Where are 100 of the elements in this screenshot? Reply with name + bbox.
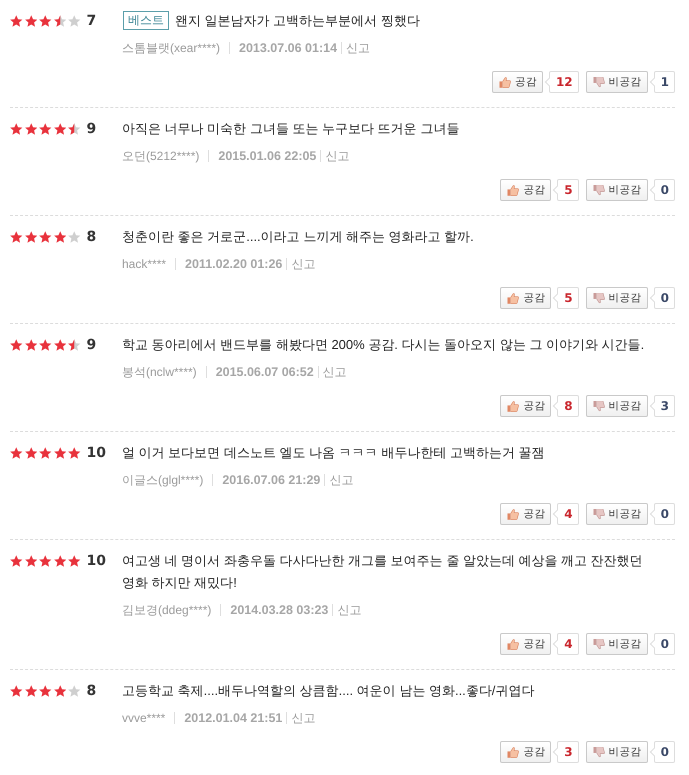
like-count: 12 — [544, 71, 579, 93]
rating-score: 9 — [86, 336, 96, 355]
author-name: 스톰블랫(xear****) — [122, 40, 220, 56]
like-button[interactable]: 공감 — [500, 741, 552, 763]
star-icon — [10, 447, 22, 459]
star-icon — [39, 447, 52, 459]
thumbs-up-icon — [507, 184, 520, 196]
dislike-button[interactable]: 비공감 — [586, 741, 648, 763]
review-date: 2013.07.06 01:14 — [239, 41, 338, 55]
review-date: 2015.06.07 06:52 — [216, 365, 314, 379]
star-icon — [39, 231, 52, 243]
star-icon — [24, 123, 37, 135]
like-button[interactable]: 공감 — [492, 71, 543, 93]
thumbs-up-icon — [507, 292, 520, 304]
dislike-button[interactable]: 비공감 — [586, 71, 648, 93]
star-icon — [10, 231, 22, 243]
thumbs-down-icon — [592, 184, 605, 196]
star-icon — [39, 15, 52, 27]
rating-score: 9 — [86, 120, 96, 139]
thumbs-up-icon — [507, 638, 520, 650]
review-text: 얼 이거 보다보면 데스노트 엘도 나옴 ㅋㅋㅋ 배두나한테 고백하는거 꿀잼 — [122, 444, 546, 462]
like-button[interactable]: 공감 — [500, 503, 552, 525]
author-name: 김보경(ddeg****) — [122, 602, 212, 618]
like-count: 5 — [552, 287, 579, 309]
star-icon — [39, 123, 52, 135]
star-icon — [54, 123, 66, 135]
half-star-icon — [68, 123, 80, 135]
review-text: 고등학교 축제....배두나역할의 상큼함.... 여운이 남는 영화...좋다/귀엽다 — [122, 682, 536, 700]
review-text: 학교 동아리에서 밴드부를 해봤다면 200% 공감. 다시는 돌아오지 않는 그 이야기와 시간들. — [122, 336, 646, 354]
dislike-count: 0 — [648, 741, 675, 763]
thumbs-up-icon — [507, 508, 520, 520]
dislike-button[interactable]: 비공감 — [586, 395, 648, 417]
star-icon — [54, 685, 66, 697]
rating-score: 7 — [86, 12, 96, 31]
like-button[interactable]: 공감 — [500, 633, 552, 655]
like-button[interactable]: 공감 — [500, 287, 552, 309]
dislike-button[interactable]: 비공감 — [586, 633, 648, 655]
review-date: 2012.01.04 21:51 — [184, 711, 282, 725]
star-icon — [68, 685, 80, 697]
star-icon — [10, 685, 22, 697]
dislike-button[interactable]: 비공감 — [586, 287, 648, 309]
rating-score: 10 — [86, 552, 106, 571]
dislike-count: 0 — [648, 633, 675, 655]
half-star-icon — [68, 339, 80, 351]
review-date: 2014.03.28 03:23 — [230, 603, 328, 617]
star-icon — [54, 447, 66, 459]
dislike-count: 3 — [648, 395, 675, 417]
best-badge: 베스트 — [123, 11, 169, 30]
author-name: 봉석(nclw****) — [122, 364, 197, 380]
thumbs-down-icon — [592, 638, 605, 650]
star-icon — [10, 15, 22, 27]
star-icon — [24, 231, 37, 243]
review-date: 2015.01.06 22:05 — [218, 149, 316, 163]
star-icon — [68, 231, 80, 243]
author-name: 오던(5212****) — [122, 148, 200, 164]
review-date: 2016.07.06 21:29 — [222, 473, 320, 487]
review-text: 여고생 네 명이서 좌충우돌 다사다난한 개그를 보여주는 줄 알았는데 예상을 깨고 잔잔했던 영화 하지만 재밌다! — [122, 552, 644, 592]
dislike-count: 0 — [648, 179, 675, 201]
thumbs-up-icon — [507, 746, 520, 758]
thumbs-up-icon — [507, 400, 520, 412]
review-text: 아직은 너무나 미숙한 그녀들 또는 누구보다 뜨거운 그녀들 — [122, 120, 460, 138]
like-count: 3 — [552, 741, 579, 763]
star-icon — [24, 15, 37, 27]
star-icon — [24, 339, 37, 351]
star-icon — [68, 447, 80, 459]
star-icon — [54, 339, 66, 351]
star-icon — [10, 555, 22, 567]
author-name: vvve**** — [122, 711, 166, 725]
thumbs-up-icon — [498, 76, 511, 88]
thumbs-down-icon — [592, 292, 605, 304]
star-icon — [68, 555, 80, 567]
like-count: 4 — [552, 503, 579, 525]
half-star-icon — [54, 15, 66, 27]
like-button[interactable]: 공감 — [500, 179, 552, 201]
star-icon — [54, 231, 66, 243]
thumbs-down-icon — [592, 746, 605, 758]
star-icon — [39, 339, 52, 351]
review-text: 왠지 일본남자가 고백하는부분에서 찡했다 — [175, 12, 421, 30]
dislike-button[interactable]: 비공감 — [586, 179, 648, 201]
star-icon — [39, 685, 52, 697]
like-count: 8 — [552, 395, 579, 417]
review-date: 2011.02.20 01:26 — [185, 257, 282, 271]
dislike-count: 0 — [648, 287, 675, 309]
dislike-button[interactable]: 비공감 — [586, 503, 648, 525]
star-icon — [24, 447, 37, 459]
author-name: hack**** — [122, 257, 166, 271]
dislike-count: 0 — [648, 503, 675, 525]
star-icon — [39, 555, 52, 567]
author-name: 이글스(glgl****) — [122, 472, 204, 488]
thumbs-down-icon — [592, 400, 605, 412]
star-icon — [24, 555, 37, 567]
star-icon — [10, 339, 22, 351]
star-icon — [54, 555, 66, 567]
thumbs-down-icon — [592, 508, 605, 520]
rating-score: 8 — [86, 682, 96, 701]
thumbs-down-icon — [592, 76, 605, 88]
rating-score: 8 — [86, 228, 96, 247]
star-icon — [10, 123, 22, 135]
like-button[interactable]: 공감 — [500, 395, 552, 417]
rating-score: 10 — [86, 444, 106, 463]
